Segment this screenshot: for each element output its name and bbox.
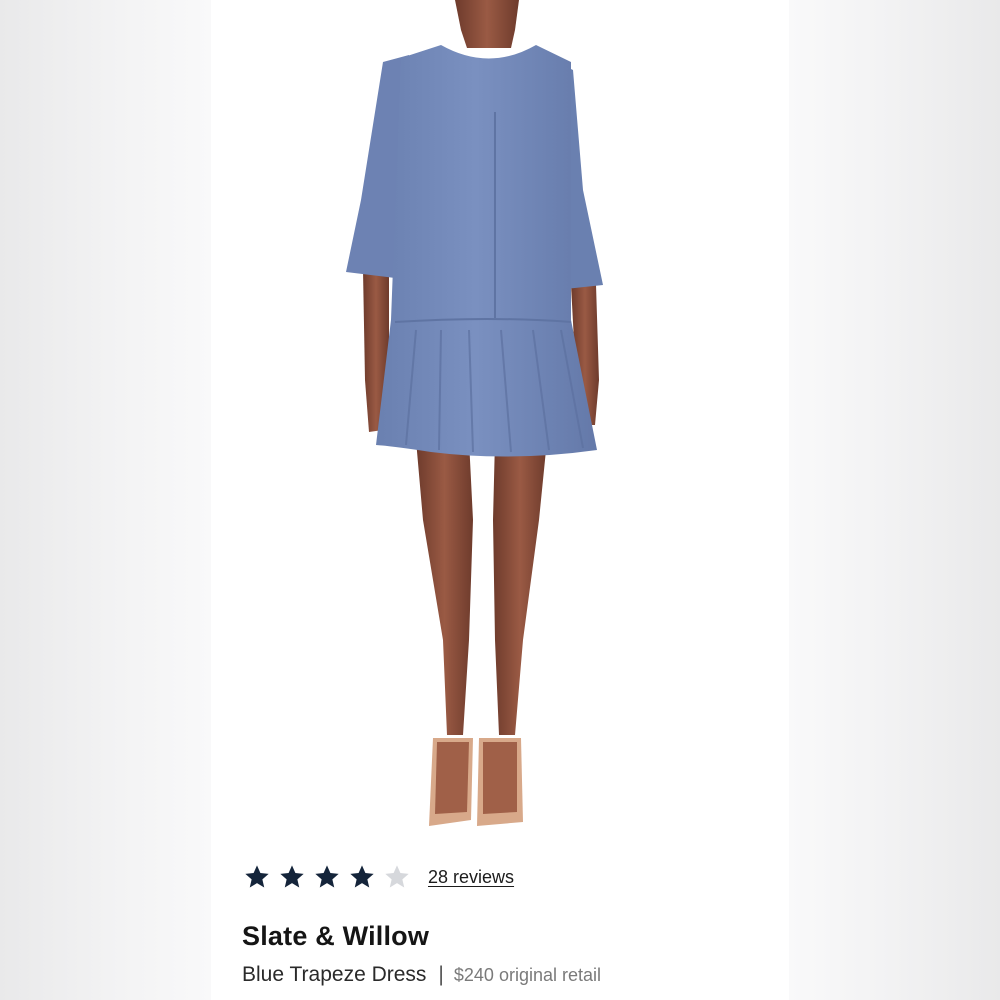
star-rating	[243, 863, 418, 891]
product-info-line: Blue Trapeze Dress | $240 original retai…	[242, 963, 601, 987]
brand-name[interactable]: Slate & Willow	[242, 921, 429, 952]
product-card: 28 reviews Slate & Willow Blue Trapeze D…	[211, 0, 789, 1000]
reviews-link[interactable]: 28 reviews	[428, 867, 514, 888]
price-label: original retail	[498, 965, 601, 985]
divider: |	[438, 963, 444, 986]
price: $240	[453, 965, 494, 985]
star-filled-icon	[243, 863, 271, 891]
star-filled-icon	[348, 863, 376, 891]
dress-photo	[346, 0, 603, 826]
product-name: Blue Trapeze Dress	[242, 963, 427, 986]
rating-row: 28 reviews	[243, 860, 514, 894]
star-empty-icon	[383, 863, 411, 891]
product-image[interactable]	[211, 0, 789, 845]
star-filled-icon	[278, 863, 306, 891]
star-filled-icon	[313, 863, 341, 891]
